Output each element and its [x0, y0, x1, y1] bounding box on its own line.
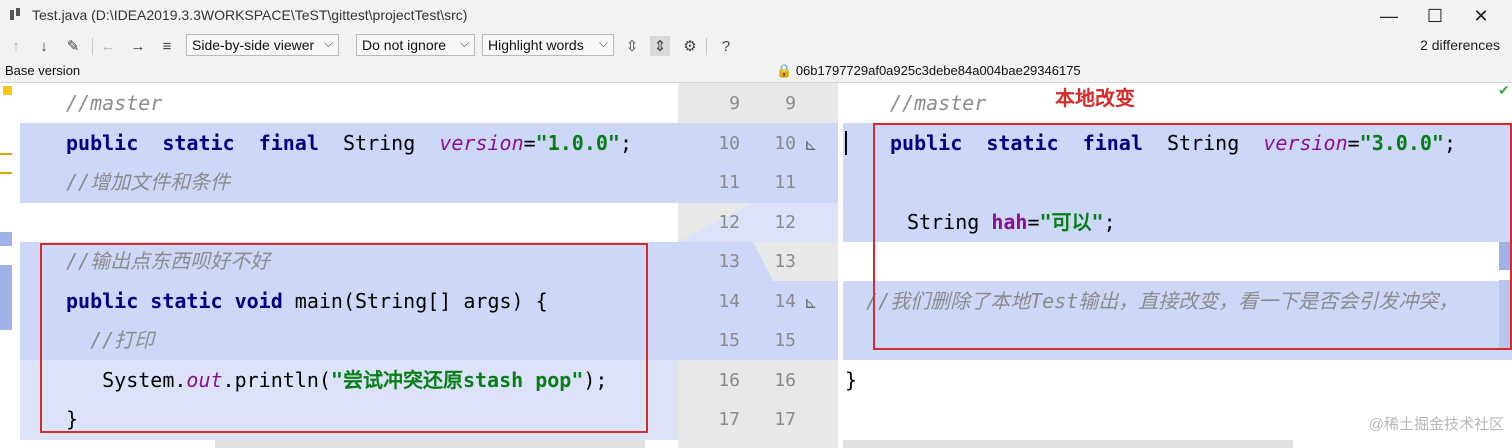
collapse-unchanged-icon[interactable]: ⇳	[622, 36, 642, 56]
viewer-mode-select[interactable]: Side-by-side viewer ⌵	[186, 34, 339, 56]
maximize-button[interactable]: ☐	[1412, 0, 1458, 32]
toolbar-separator	[92, 38, 93, 55]
lock-icon: 🔒	[776, 63, 793, 78]
change-marker	[0, 153, 12, 155]
code-token: static	[162, 130, 235, 155]
code-token: //增加文件和条件	[66, 170, 231, 194]
code-token: "1.0.0"	[535, 130, 620, 155]
code-token: //master	[66, 91, 163, 115]
code-token: //master	[890, 91, 987, 115]
annotation-label: 本地改变	[1055, 86, 1135, 110]
watermark: @稀土掘金技术社区	[1368, 416, 1504, 433]
right-horizontal-scrollbar[interactable]	[843, 440, 1293, 448]
code-token: version	[439, 130, 524, 155]
minimize-button[interactable]: —	[1366, 0, 1412, 32]
left-code-line[interactable]: public static final String version="1.0.…	[66, 131, 632, 155]
whitespace-mode-select[interactable]: Do not ignore ⌵	[356, 34, 475, 56]
app-icon	[10, 8, 22, 22]
viewer-mode-value: Side-by-side viewer	[192, 37, 315, 53]
revert-change-icon[interactable]: ⊾	[804, 135, 817, 155]
window-title: Test.java (D:\IDEA2019.3.3WORKSPACE\TeST…	[32, 7, 468, 23]
left-line-number: 12	[718, 211, 740, 233]
right-line-number: 9	[785, 93, 796, 114]
right-line-number: 17	[774, 409, 796, 430]
left-code-line[interactable]: //master	[66, 91, 162, 115]
chevron-down-icon: ⌵	[598, 36, 608, 50]
right-line-number: 11	[774, 172, 796, 193]
left-line-number: 15	[718, 330, 740, 351]
forward-icon[interactable]: →	[128, 36, 148, 56]
sync-scroll-icon[interactable]: ⇕	[650, 36, 670, 56]
change-marker	[0, 172, 12, 174]
check-icon: ✔	[1498, 82, 1510, 98]
left-line-number: 14	[718, 290, 740, 312]
previous-difference-icon[interactable]: ↑	[6, 36, 26, 56]
chevron-down-icon: ⌵	[323, 36, 333, 50]
left-annotation-box	[40, 243, 648, 433]
change-marker	[0, 265, 12, 330]
left-line-number: 13	[718, 251, 740, 272]
title-bar: Test.java (D:\IDEA2019.3.3WORKSPACE\TeST…	[0, 0, 1512, 32]
toolbar: ↑ ↓ ✎ ← → ≡ Side-by-side viewer ⌵ Do not …	[0, 32, 1512, 60]
highlight-mode-select[interactable]: Highlight words ⌵	[482, 34, 614, 56]
left-pane-label: Base version	[5, 63, 81, 78]
edit-source-icon[interactable]: ✎	[63, 36, 83, 56]
toolbar-separator	[706, 38, 707, 55]
right-line-number: 10	[774, 132, 796, 154]
right-line-number: 16	[774, 369, 796, 391]
right-annotation-box	[873, 123, 1512, 350]
code-token: String	[318, 130, 440, 155]
differences-count: 2 differences	[1420, 37, 1500, 53]
code-token: ;	[619, 130, 633, 155]
revert-change-icon[interactable]: ⊾	[804, 293, 817, 313]
settings-gear-icon[interactable]: ⚙	[680, 36, 700, 56]
revision-hash: 06b1797729af0a925c3debe84a004bae29346175	[795, 63, 1081, 78]
code-token: }	[845, 367, 858, 392]
menu-lines-icon[interactable]: ≡	[157, 36, 177, 56]
left-line-number: 11	[718, 172, 740, 193]
left-horizontal-scrollbar[interactable]	[215, 440, 645, 448]
back-icon[interactable]: ←	[98, 36, 118, 56]
left-line-number: 10	[718, 132, 740, 154]
change-marker	[0, 232, 12, 246]
left-line-number: 16	[718, 369, 740, 391]
code-token: =	[523, 130, 536, 155]
close-button[interactable]: ✕	[1458, 0, 1504, 32]
right-line-number: 15	[774, 330, 796, 351]
right-code-line[interactable]: }	[845, 368, 857, 392]
whitespace-mode-value: Do not ignore	[362, 37, 447, 53]
next-difference-icon[interactable]: ↓	[34, 36, 54, 56]
right-line-number: 12	[774, 211, 796, 233]
code-token: public	[66, 130, 139, 155]
right-code-line[interactable]: //master	[890, 91, 986, 115]
right-pane-revision: 🔒 06b1797729af0a925c3debe84a004bae293461…	[776, 63, 1081, 79]
left-line-number: 9	[729, 93, 740, 114]
diff-header: Base version 🔒 06b1797729af0a925c3debe84…	[0, 60, 1512, 83]
help-icon[interactable]: ?	[716, 36, 736, 56]
left-code-line[interactable]: //增加文件和条件	[66, 170, 230, 194]
chevron-down-icon: ⌵	[459, 36, 469, 50]
caret	[845, 131, 847, 155]
bookmark-marker	[3, 86, 12, 95]
left-line-number: 17	[718, 409, 740, 430]
right-line-number: 14	[774, 290, 796, 312]
code-token: final	[258, 130, 319, 155]
highlight-mode-value: Highlight words	[488, 37, 584, 53]
right-line-number: 13	[774, 251, 796, 272]
